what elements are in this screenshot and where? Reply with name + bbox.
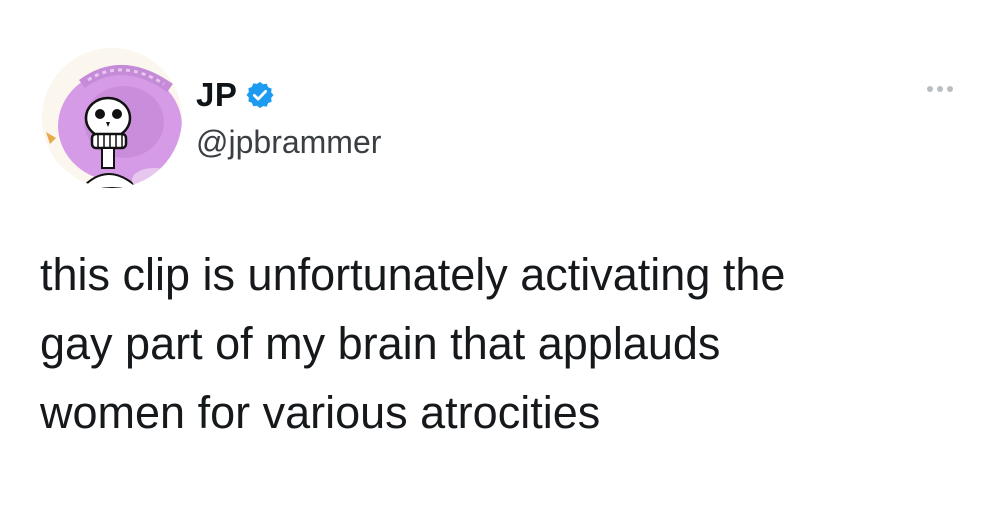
verified-badge-icon xyxy=(245,80,275,110)
more-options-icon-dot xyxy=(947,86,953,92)
author-handle[interactable]: @jpbrammer xyxy=(196,124,381,161)
more-options-button[interactable] xyxy=(920,78,960,100)
tweet-text-line: gay part of my brain that applauds xyxy=(40,318,721,369)
tweet-body: this clip is unfortunately activating th… xyxy=(40,240,970,447)
more-options-icon-dot xyxy=(937,86,943,92)
tweet-text-line: women for various atrocities xyxy=(40,387,601,438)
tweet-card: JP @jpbrammer this clip is unfortunately… xyxy=(0,0,1000,511)
author-name-row: JP xyxy=(196,76,275,114)
tweet-text-line: this clip is unfortunately activating th… xyxy=(40,249,786,300)
author-display-name[interactable]: JP xyxy=(196,76,237,114)
skeleton-sombrero-icon xyxy=(42,48,182,188)
author-avatar[interactable] xyxy=(42,48,182,188)
more-options-icon xyxy=(927,86,933,92)
